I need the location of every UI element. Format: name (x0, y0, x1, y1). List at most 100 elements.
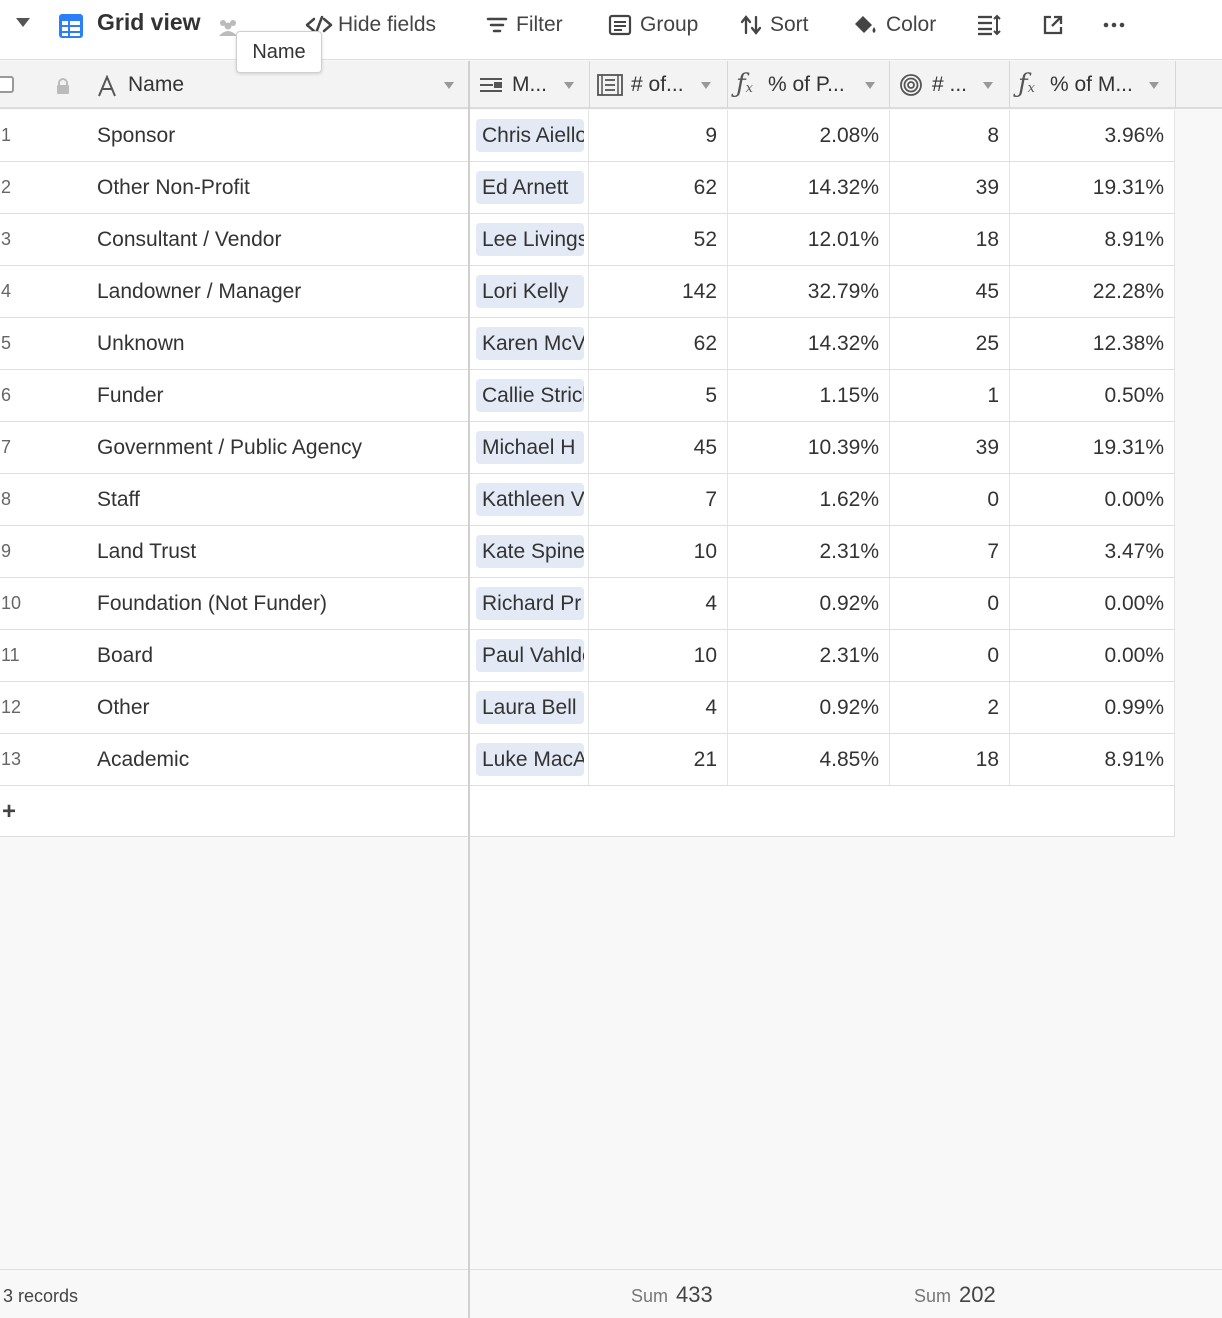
count-members-cell[interactable]: 39 (890, 162, 1010, 213)
filter-button[interactable]: Filter (486, 10, 563, 40)
count-people-cell[interactable]: 7 (590, 474, 728, 525)
linked-record-chip[interactable]: Michael H (476, 431, 584, 464)
pct-people-cell[interactable]: 32.79% (728, 266, 890, 317)
count-members-cell[interactable]: 0 (890, 630, 1010, 681)
linked-record-chip[interactable]: Kate Spine (476, 535, 584, 568)
name-cell[interactable]: Landowner / Manager (97, 266, 457, 317)
table-row[interactable]: 10 Foundation (Not Funder) (0, 578, 469, 630)
pct-members-cell[interactable]: 19.31% (1010, 422, 1175, 473)
name-cell[interactable]: Academic (97, 734, 457, 785)
name-cell[interactable]: Other (97, 682, 457, 733)
pct-members-cell[interactable]: 3.96% (1010, 110, 1175, 161)
count-people-cell[interactable]: 62 (590, 162, 728, 213)
count-people-cell[interactable]: 21 (590, 734, 728, 785)
members-cell[interactable]: Richard Pr (469, 578, 589, 629)
color-button[interactable]: Color (852, 10, 936, 40)
table-row[interactable]: 1 Sponsor (0, 110, 469, 162)
column-header-pct-members[interactable]: ƒx % of M... (1010, 61, 1176, 108)
linked-record-chip[interactable]: Karen McV (476, 327, 584, 360)
pct-people-cell[interactable]: 4.85% (728, 734, 890, 785)
count-members-cell[interactable]: 1 (890, 370, 1010, 421)
share-view-button[interactable] (1042, 10, 1064, 40)
pct-members-cell[interactable]: 8.91% (1010, 734, 1175, 785)
pct-members-cell[interactable]: 0.99% (1010, 682, 1175, 733)
sort-button[interactable]: Sort (740, 10, 809, 40)
count-members-cell[interactable]: 0 (890, 474, 1010, 525)
members-cell[interactable]: Chris Aiello (469, 110, 589, 161)
members-cell[interactable]: Callie Strick (469, 370, 589, 421)
sum-count-people[interactable]: Sum 433 (631, 1282, 713, 1308)
pct-members-cell[interactable]: 3.47% (1010, 526, 1175, 577)
table-row[interactable]: Paul Vahlde 10 2.31% 0 0.00% (469, 630, 1175, 682)
linked-record-chip[interactable]: Callie Strick (476, 379, 584, 412)
pct-members-cell[interactable]: 12.38% (1010, 318, 1175, 369)
linked-record-chip[interactable]: Richard Pr (476, 587, 584, 620)
members-cell[interactable]: Luke MacA (469, 734, 589, 785)
pct-people-cell[interactable]: 1.62% (728, 474, 890, 525)
linked-record-chip[interactable]: Kathleen V (476, 483, 584, 516)
pct-members-cell[interactable]: 0.00% (1010, 630, 1175, 681)
linked-record-chip[interactable]: Laura Bell (476, 691, 584, 724)
count-people-cell[interactable]: 4 (590, 578, 728, 629)
count-members-cell[interactable]: 45 (890, 266, 1010, 317)
table-row[interactable]: 7 Government / Public Agency (0, 422, 469, 474)
pct-people-cell[interactable]: 14.32% (728, 318, 890, 369)
column-menu-caret-icon[interactable] (701, 82, 711, 89)
name-cell[interactable]: Funder (97, 370, 457, 421)
name-cell[interactable]: Land Trust (97, 526, 457, 577)
count-members-cell[interactable]: 39 (890, 422, 1010, 473)
members-cell[interactable]: Lee Livingston (469, 214, 589, 265)
more-options-button[interactable] (1103, 10, 1125, 40)
table-row[interactable]: 6 Funder (0, 370, 469, 422)
count-members-cell[interactable]: 2 (890, 682, 1010, 733)
members-cell[interactable]: Kathleen V (469, 474, 589, 525)
pct-members-cell[interactable]: 19.31% (1010, 162, 1175, 213)
table-row[interactable]: 4 Landowner / Manager (0, 266, 469, 318)
column-menu-caret-icon[interactable] (1149, 82, 1159, 89)
sum-count-members[interactable]: Sum 202 (914, 1282, 996, 1308)
row-height-button[interactable] (977, 10, 1001, 40)
count-members-cell[interactable]: 7 (890, 526, 1010, 577)
count-members-cell[interactable]: 18 (890, 734, 1010, 785)
name-cell[interactable]: Foundation (Not Funder) (97, 578, 457, 629)
name-cell[interactable]: Sponsor (97, 110, 457, 161)
linked-record-chip[interactable]: Luke MacA (476, 743, 584, 776)
column-header-count-people[interactable]: # of... (590, 61, 728, 108)
count-members-cell[interactable]: 18 (890, 214, 1010, 265)
name-cell[interactable]: Staff (97, 474, 457, 525)
table-row[interactable]: 11 Board (0, 630, 469, 682)
pct-people-cell[interactable]: 1.15% (728, 370, 890, 421)
pct-people-cell[interactable]: 2.31% (728, 526, 890, 577)
count-people-cell[interactable]: 4 (590, 682, 728, 733)
pct-people-cell[interactable]: 0.92% (728, 578, 890, 629)
pct-members-cell[interactable]: 0.00% (1010, 578, 1175, 629)
group-button[interactable]: Group (608, 10, 698, 40)
table-row[interactable]: Karen McV 62 14.32% 25 12.38% (469, 318, 1175, 370)
count-people-cell[interactable]: 62 (590, 318, 728, 369)
count-members-cell[interactable]: 8 (890, 110, 1010, 161)
count-members-cell[interactable]: 25 (890, 318, 1010, 369)
column-menu-caret-icon[interactable] (444, 82, 454, 89)
count-people-cell[interactable]: 52 (590, 214, 728, 265)
linked-record-chip[interactable]: Ed Arnett (476, 171, 584, 204)
name-cell[interactable]: Consultant / Vendor (97, 214, 457, 265)
view-switcher-caret-icon[interactable] (16, 18, 30, 27)
column-header-count-members[interactable]: # ... (890, 61, 1010, 108)
pct-people-cell[interactable]: 2.08% (728, 110, 890, 161)
table-row[interactable]: 8 Staff (0, 474, 469, 526)
pct-members-cell[interactable]: 0.50% (1010, 370, 1175, 421)
linked-record-chip[interactable]: Lori Kelly (476, 275, 584, 308)
count-members-cell[interactable]: 0 (890, 578, 1010, 629)
table-row[interactable]: 3 Consultant / Vendor (0, 214, 469, 266)
pct-members-cell[interactable]: 22.28% (1010, 266, 1175, 317)
add-record-row[interactable]: + (0, 786, 469, 837)
count-people-cell[interactable]: 10 (590, 630, 728, 681)
name-cell[interactable]: Unknown (97, 318, 457, 369)
members-cell[interactable]: Ed Arnett (469, 162, 589, 213)
count-people-cell[interactable]: 10 (590, 526, 728, 577)
pct-members-cell[interactable]: 8.91% (1010, 214, 1175, 265)
table-row[interactable]: Michael H 45 10.39% 39 19.31% (469, 422, 1175, 474)
pct-people-cell[interactable]: 2.31% (728, 630, 890, 681)
table-row[interactable]: 12 Other (0, 682, 469, 734)
column-menu-caret-icon[interactable] (865, 82, 875, 89)
